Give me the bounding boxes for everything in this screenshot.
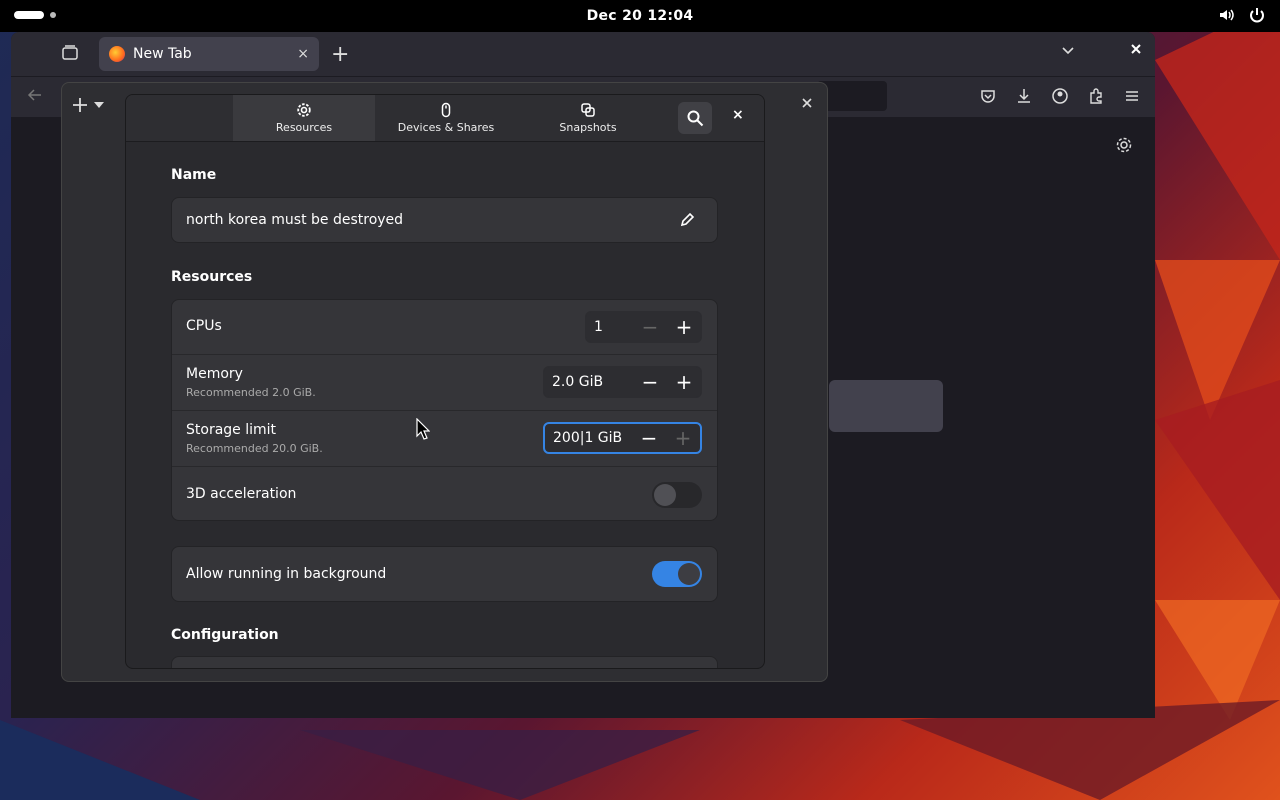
tab-resources[interactable]: Resources xyxy=(233,95,375,141)
cpus-label: CPUs xyxy=(186,318,222,334)
storage-spinbutton[interactable]: 200|1 GiB − + xyxy=(543,422,702,454)
storage-increase-button[interactable]: + xyxy=(666,426,700,450)
tab-devices-shares[interactable]: Devices & Shares xyxy=(375,95,517,141)
system-tray[interactable] xyxy=(1218,6,1266,24)
cpus-row: CPUs 1 − + xyxy=(172,300,717,355)
storage-decrease-button[interactable]: − xyxy=(632,426,666,450)
workspace-dot xyxy=(50,12,56,18)
clock[interactable]: Dec 20 12:04 xyxy=(587,8,694,24)
configuration-card xyxy=(171,656,718,668)
newtab-search-box[interactable] xyxy=(829,380,943,432)
tab-overview-icon[interactable] xyxy=(61,44,79,62)
tab-title: New Tab xyxy=(133,46,192,62)
memory-increase-button[interactable]: + xyxy=(667,370,701,394)
name-value: north korea must be destroyed xyxy=(186,212,404,228)
memory-label: Memory xyxy=(186,366,243,382)
background-card: Allow running in background xyxy=(171,546,718,602)
name-section-title: Name xyxy=(171,167,217,183)
name-entry[interactable]: north korea must be destroyed xyxy=(171,197,718,243)
memory-row: Memory Recommended 2.0 GiB. 2.0 GiB − + xyxy=(172,355,717,411)
chevron-down-icon[interactable] xyxy=(1061,44,1075,58)
storage-value[interactable]: 200|1 GiB xyxy=(545,430,632,446)
toolbar-buttons xyxy=(979,87,1141,105)
snapshots-icon xyxy=(581,103,595,117)
memory-recommendation: Recommended 2.0 GiB. xyxy=(186,386,316,399)
firefox-icon xyxy=(109,46,125,62)
add-box-button[interactable] xyxy=(72,97,104,113)
dropdown-arrow-icon xyxy=(94,102,104,108)
storage-recommendation: Recommended 20.0 GiB. xyxy=(186,442,323,455)
background-switch[interactable] xyxy=(652,561,702,587)
extensions-icon[interactable] xyxy=(1087,87,1105,105)
configuration-section-title: Configuration xyxy=(171,627,279,643)
storage-label: Storage limit xyxy=(186,422,277,438)
pencil-icon[interactable] xyxy=(679,212,695,228)
plus-icon xyxy=(73,98,87,112)
resources-section-title: Resources xyxy=(171,269,253,285)
resources-card: CPUs 1 − + Memory Recommended 2.0 GiB. 2… xyxy=(171,299,718,521)
tab-close-button[interactable]: × xyxy=(297,46,309,62)
workspace-pill xyxy=(14,11,44,19)
dialog-close-button[interactable]: × xyxy=(732,107,744,123)
memory-decrease-button[interactable]: − xyxy=(633,370,667,394)
acceleration-row: 3D acceleration xyxy=(172,467,717,520)
back-arrow-icon[interactable] xyxy=(27,87,43,103)
acceleration-switch[interactable] xyxy=(652,482,702,508)
volume-icon[interactable] xyxy=(1218,6,1236,24)
activities-indicator[interactable] xyxy=(14,11,56,19)
search-icon xyxy=(687,110,704,127)
cpus-spinbutton[interactable]: 1 − + xyxy=(585,311,702,343)
window-close-icon[interactable] xyxy=(1129,42,1143,56)
memory-spinbutton[interactable]: 2.0 GiB − + xyxy=(543,366,702,398)
pocket-icon[interactable] xyxy=(979,87,997,105)
dialog-header: Resources Devices & Shares Snapshots × xyxy=(126,95,764,142)
gear-icon[interactable] xyxy=(1115,136,1133,154)
cpus-decrease-button[interactable]: − xyxy=(633,315,667,339)
background-row: Allow running in background xyxy=(172,547,717,601)
tab-label: Snapshots xyxy=(559,121,617,134)
new-tab-button[interactable]: + xyxy=(331,42,349,67)
cpus-increase-button[interactable]: + xyxy=(667,315,701,339)
background-label: Allow running in background xyxy=(186,566,387,582)
box-preferences-dialog: Resources Devices & Shares Snapshots × N… xyxy=(125,94,765,669)
power-icon[interactable] xyxy=(1248,6,1266,24)
mouse-icon xyxy=(441,102,451,118)
mouse-cursor-icon xyxy=(416,418,430,440)
browser-tab-new-tab[interactable]: New Tab × xyxy=(99,37,319,71)
boxes-close-icon[interactable] xyxy=(801,97,813,109)
tab-snapshots[interactable]: Snapshots xyxy=(517,95,659,141)
gear-icon xyxy=(297,103,311,117)
top-bar: Dec 20 12:04 xyxy=(0,0,1280,32)
memory-value[interactable]: 2.0 GiB xyxy=(544,374,633,390)
account-icon[interactable] xyxy=(1051,87,1069,105)
acceleration-label: 3D acceleration xyxy=(186,486,297,502)
search-button[interactable] xyxy=(678,102,712,134)
switch-knob xyxy=(654,484,676,506)
switch-knob xyxy=(678,563,700,585)
storage-row: Storage limit Recommended 20.0 GiB. 200|… xyxy=(172,411,717,467)
tab-label: Devices & Shares xyxy=(397,121,495,134)
cpus-value[interactable]: 1 xyxy=(586,319,633,335)
browser-tab-bar: New Tab × + xyxy=(11,32,1155,76)
download-icon[interactable] xyxy=(1015,87,1033,105)
menu-icon[interactable] xyxy=(1123,87,1141,105)
tab-label: Resources xyxy=(275,121,333,134)
